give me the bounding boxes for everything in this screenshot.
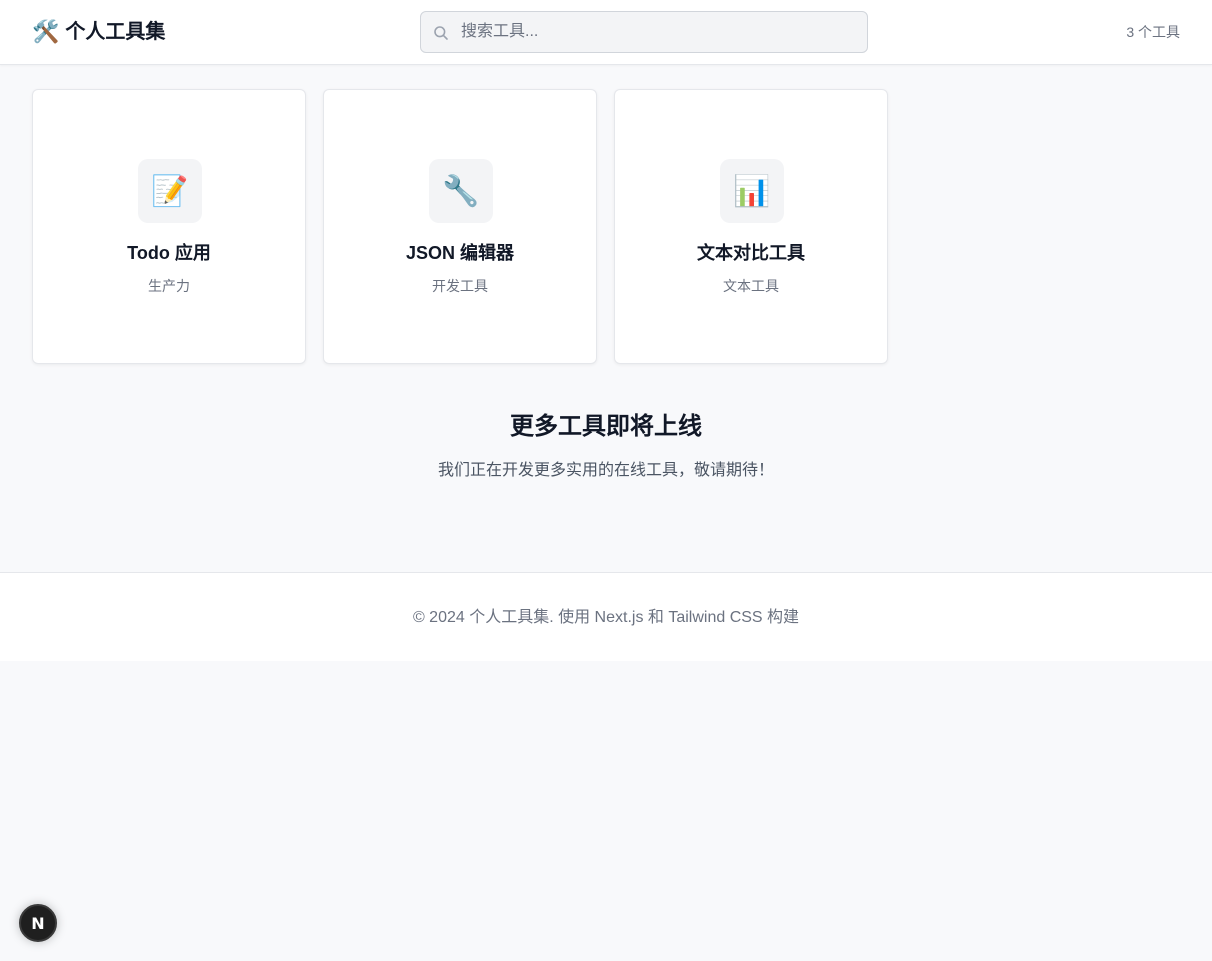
footer-copyright: © 2024 个人工具集. 使用 Next.js 和 Tailwind CSS … bbox=[412, 609, 800, 626]
tool-card-title: 文本对比工具 bbox=[697, 243, 805, 263]
tool-card-todo[interactable]: 📝 Todo 应用 生产力 bbox=[32, 89, 306, 364]
tool-card-title: JSON 编辑器 bbox=[405, 243, 515, 263]
memo-icon: 📝 bbox=[138, 159, 202, 223]
brand[interactable]: 🛠️ 个人工具集 bbox=[32, 18, 165, 46]
tools-icon: 🛠️ bbox=[32, 19, 60, 44]
tool-card-text-diff[interactable]: 📊 文本对比工具 文本工具 bbox=[614, 89, 888, 364]
tool-card-title: Todo 应用 bbox=[127, 243, 211, 263]
wrench-icon: 🔧 bbox=[429, 159, 493, 223]
page-footer: © 2024 个人工具集. 使用 Next.js 和 Tailwind CSS … bbox=[0, 572, 1212, 661]
tool-card-category: 生产力 bbox=[148, 278, 190, 294]
nextjs-dev-indicator-button[interactable]: N bbox=[19, 904, 57, 942]
coming-soon-description: 我们正在开发更多实用的在线工具，敬请期待！ bbox=[437, 462, 774, 479]
bar-chart-icon: 📊 bbox=[720, 159, 784, 223]
nextjs-logo-icon: N bbox=[31, 913, 45, 933]
search-icon bbox=[434, 26, 448, 40]
coming-soon-title: 更多工具即将上线 bbox=[510, 413, 702, 440]
tool-count-label: 3 个工具 bbox=[1126, 24, 1180, 40]
tool-card-category: 文本工具 bbox=[723, 278, 779, 294]
search-input[interactable] bbox=[461, 12, 861, 52]
tool-card-json-editor[interactable]: 🔧 JSON 编辑器 开发工具 bbox=[323, 89, 597, 364]
app-title: 个人工具集 bbox=[65, 21, 166, 43]
search-box bbox=[420, 11, 868, 53]
app-header: 🛠️ 个人工具集 3 个工具 bbox=[0, 0, 1212, 65]
tool-card-category: 开发工具 bbox=[432, 278, 488, 294]
